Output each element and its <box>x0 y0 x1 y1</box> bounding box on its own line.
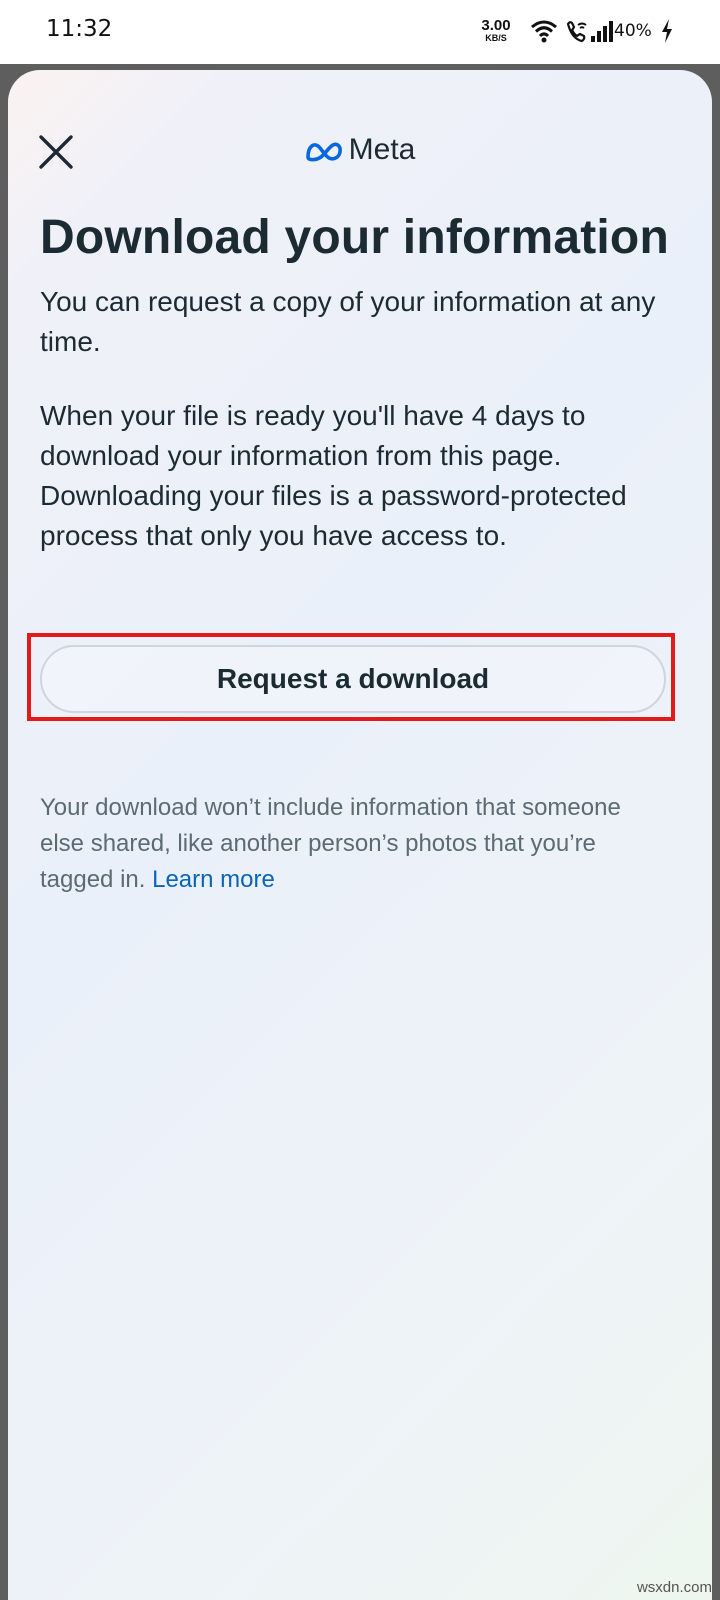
wifi-calling-icon <box>564 18 588 49</box>
status-bar: 11:32 3.00 KB/S 40% <box>0 0 720 64</box>
learn-more-link[interactable]: Learn more <box>152 866 275 893</box>
wifi-icon <box>530 18 558 49</box>
request-download-button[interactable]: Request a download <box>40 645 666 713</box>
signal-icon <box>590 18 614 49</box>
status-time: 11:32 <box>46 16 113 42</box>
download-info-sheet: Meta Download your information You can r… <box>8 70 712 1600</box>
page-title: Download your information <box>40 211 669 264</box>
battery-level: 40% <box>614 21 652 41</box>
watermark: wsxdn.com <box>636 1579 712 1596</box>
download-note: Your download won’t include information … <box>40 790 660 898</box>
network-speed: 3.00 KB/S <box>476 18 516 43</box>
meta-infinity-logo-icon <box>305 142 342 162</box>
network-speed-value: 3.00 <box>481 17 511 34</box>
network-speed-unit: KB/S <box>485 33 507 43</box>
download-note-text: Your download won’t include information … <box>40 794 621 893</box>
brand-header: Meta <box>8 133 712 170</box>
charging-icon <box>660 18 674 49</box>
intro-paragraph: You can request a copy of your informati… <box>40 286 656 357</box>
info-paragraph: When your file is ready you'll have 4 da… <box>40 400 627 551</box>
brand-name: Meta <box>348 133 416 166</box>
